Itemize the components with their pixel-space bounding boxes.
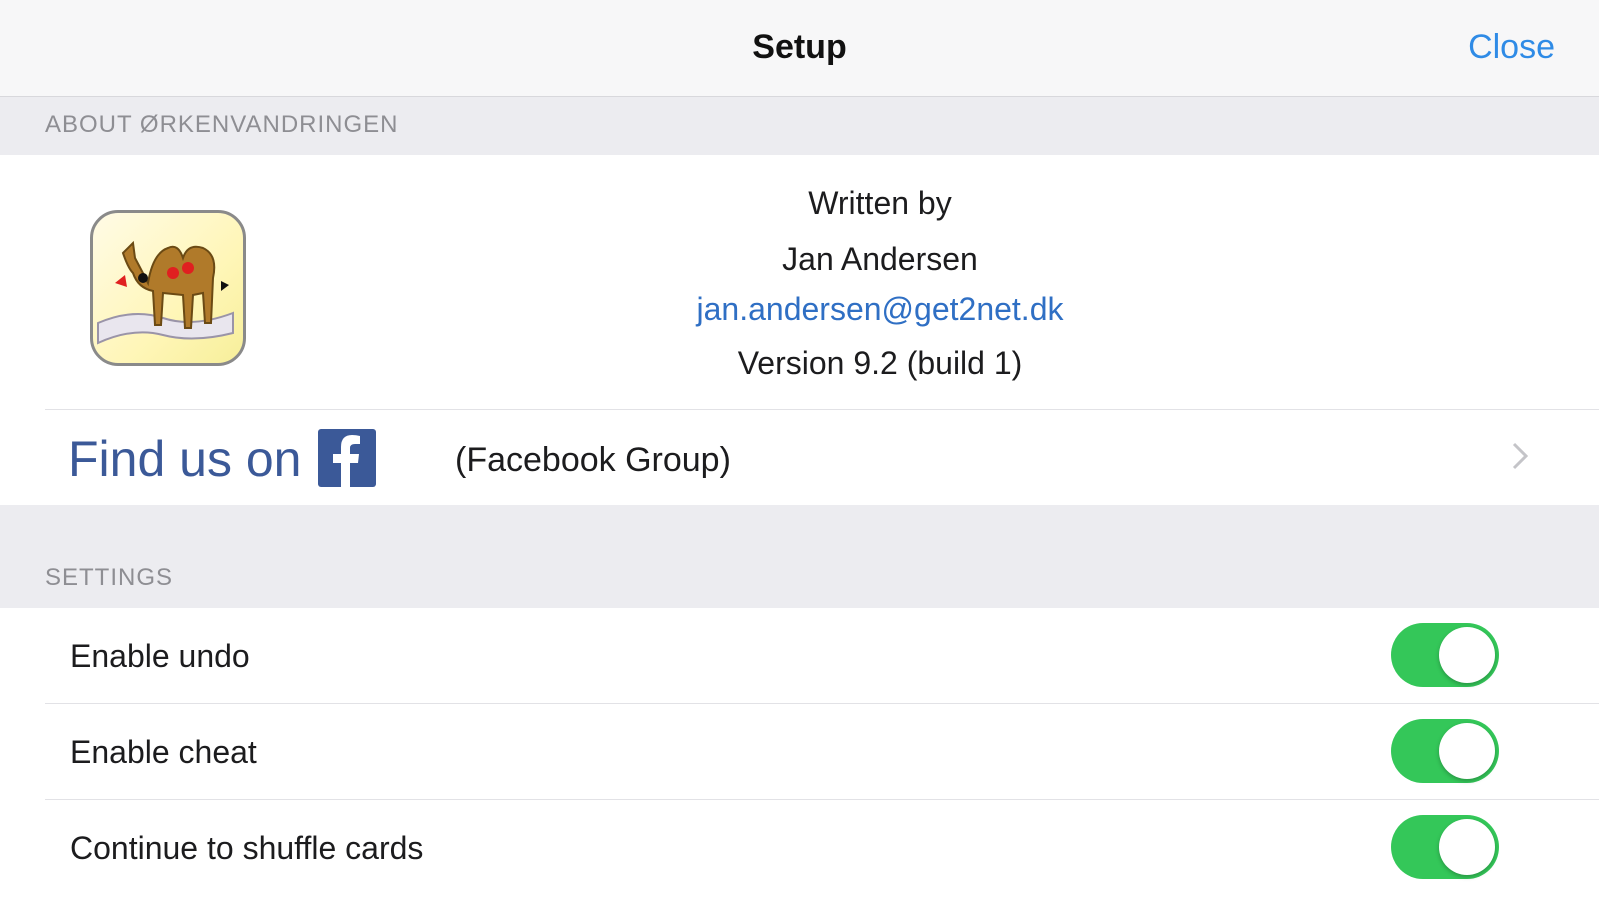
toggle-knob xyxy=(1439,627,1495,683)
close-button[interactable]: Close xyxy=(1468,28,1555,67)
enable-cheat-toggle[interactable] xyxy=(1391,719,1499,783)
toggle-knob xyxy=(1439,819,1495,875)
camel-app-icon xyxy=(90,210,246,366)
about-section-header: ABOUT ØRKENVANDRINGEN xyxy=(0,97,1599,155)
written-by-label: Written by xyxy=(808,185,952,221)
setting-label: Enable cheat xyxy=(70,734,257,770)
continue-shuffle-toggle[interactable] xyxy=(1391,815,1499,879)
settings-section-header: SETTINGS xyxy=(0,505,1599,608)
find-us-label: Find us on xyxy=(68,431,302,487)
navigation-bar: Setup Close xyxy=(0,0,1599,97)
facebook-group-row[interactable]: Find us on (Facebook Group) xyxy=(0,410,1599,505)
setting-row-enable-undo: Enable undo xyxy=(0,608,1599,703)
facebook-group-label: (Facebook Group) xyxy=(455,441,731,479)
setting-label: Continue to shuffle cards xyxy=(70,830,424,866)
facebook-logo-icon xyxy=(318,429,376,487)
settings-section-label: SETTINGS xyxy=(45,564,174,591)
email-link[interactable]: jan.andersen@get2net.dk xyxy=(560,291,1200,328)
about-section-label: ABOUT ØRKENVANDRINGEN xyxy=(45,111,399,138)
chevron-right-icon xyxy=(1511,438,1529,480)
setting-label: Enable undo xyxy=(70,638,250,674)
about-section: Written by Jan Andersen jan.andersen@get… xyxy=(0,155,1599,505)
setting-row-continue-shuffle: Continue to shuffle cards xyxy=(0,800,1599,895)
enable-undo-toggle[interactable] xyxy=(1391,623,1499,687)
toggle-knob xyxy=(1439,723,1495,779)
author-name: Jan Andersen xyxy=(782,241,978,277)
page-title: Setup xyxy=(752,28,847,66)
setting-row-enable-cheat: Enable cheat xyxy=(0,704,1599,799)
settings-list: Enable undo Enable cheat Continue to shu… xyxy=(0,608,1599,900)
version-label: Version 9.2 (build 1) xyxy=(737,345,1023,381)
